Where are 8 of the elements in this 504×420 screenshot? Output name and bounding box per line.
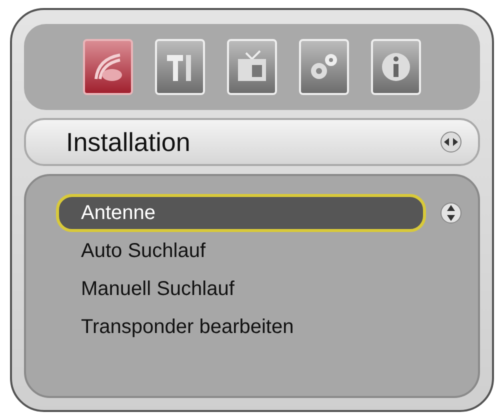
menu-item[interactable]: Transponder bearbeiten: [56, 308, 426, 346]
menu-item[interactable]: Antenne: [56, 194, 426, 232]
menu-item[interactable]: Manuell Suchlauf: [56, 270, 426, 308]
left-right-arrows-icon: [440, 131, 462, 153]
up-down-arrows-icon: [440, 202, 462, 224]
section-title: Installation: [66, 126, 190, 158]
menu-item[interactable]: Auto Suchlauf: [56, 232, 426, 270]
menu-tab[interactable]: [83, 39, 133, 95]
